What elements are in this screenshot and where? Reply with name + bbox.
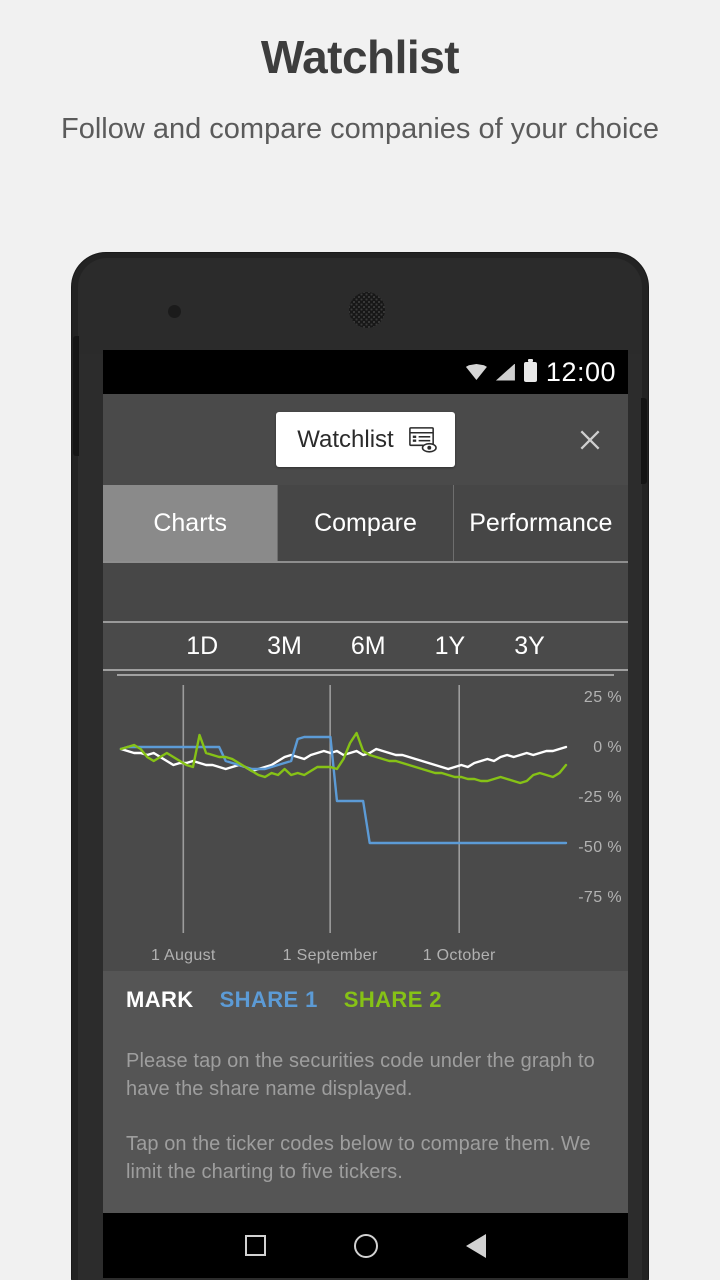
status-bar: 12:00 — [103, 350, 628, 394]
tab-performance[interactable]: Performance — [453, 485, 628, 561]
help-text-ticker-compare: Tap on the ticker codes below to compare… — [126, 1132, 591, 1184]
signal-icon — [495, 363, 515, 381]
help-text-securities-code: Please tap on the securities code under … — [126, 1050, 595, 1101]
chart-canvas — [117, 674, 614, 933]
y-tick-label: -25 % — [578, 789, 622, 806]
app-bar: Watchlist — [103, 394, 628, 485]
x-tick-label: 1 September — [282, 947, 378, 964]
price-chart[interactable]: 25 % 0 % -25 % -50 % -75 % 1 August 1 Septemb… — [103, 671, 628, 971]
circle-home-icon[interactable] — [354, 1233, 378, 1258]
watchlist-document-eye-icon — [407, 424, 438, 455]
y-tick-label: -50 % — [578, 839, 622, 856]
y-tick-label: 25 % — [583, 689, 622, 706]
close-button[interactable] — [570, 420, 610, 460]
close-icon — [580, 430, 600, 449]
phone-frame: 12:00 Watchlist Charts Compare Performan… — [72, 253, 648, 1280]
range-1d[interactable]: 1D — [186, 632, 218, 661]
legend-item-mark[interactable]: MARK — [126, 987, 194, 1013]
legend-item-share-1[interactable]: SHARE 1 — [220, 987, 318, 1013]
page-title: Watchlist — [260, 31, 460, 83]
phone-screen: 12:00 Watchlist Charts Compare Performan… — [103, 350, 628, 1258]
chart-info-panel: MARK SHARE 1 SHARE 2 Please tap on the s… — [103, 971, 628, 1246]
wifi-icon — [465, 364, 487, 380]
triangle-back-icon[interactable] — [466, 1233, 486, 1258]
android-nav-bar — [103, 1213, 628, 1278]
range-3m[interactable]: 3M — [267, 632, 302, 661]
square-recents-icon[interactable] — [245, 1235, 266, 1256]
volume-rocker-button[interactable] — [73, 336, 79, 456]
tab-bar: Charts Compare Performance — [103, 485, 628, 561]
y-tick-label: -75 % — [578, 889, 622, 906]
x-tick-label: 1 October — [422, 947, 496, 964]
time-range-selector: 1D 3M 6M 1Y 3Y — [103, 623, 628, 671]
status-bar-clock: 12:00 — [545, 356, 616, 387]
chart-legend: MARK SHARE 1 SHARE 2 — [126, 987, 605, 1013]
secondary-toolbar — [103, 561, 628, 623]
tab-charts[interactable]: Charts — [103, 485, 279, 561]
phone-inner-frame: 12:00 Watchlist Charts Compare Performan… — [73, 258, 647, 1280]
range-1y[interactable]: 1Y — [435, 632, 466, 661]
screenshot-root: Watchlist Follow and compare companies o… — [0, 0, 720, 1280]
tab-compare[interactable]: Compare — [278, 485, 454, 561]
earpiece-speaker-icon — [349, 292, 385, 328]
front-camera-icon — [168, 305, 181, 318]
page-subtitle: Follow and compare companies of your cho… — [60, 113, 660, 145]
legend-item-share-2[interactable]: SHARE 2 — [344, 987, 442, 1013]
battery-icon — [523, 359, 537, 382]
phone-top-bezel — [78, 258, 642, 354]
range-3y[interactable]: 3Y — [514, 632, 545, 661]
y-tick-label: 0 % — [593, 739, 622, 756]
x-tick-label: 1 August — [150, 947, 216, 964]
power-button[interactable] — [641, 398, 647, 484]
range-6m[interactable]: 6M — [351, 632, 386, 661]
watchlist-pill-button[interactable]: Watchlist — [276, 412, 455, 467]
watchlist-pill-label: Watchlist — [297, 425, 394, 453]
